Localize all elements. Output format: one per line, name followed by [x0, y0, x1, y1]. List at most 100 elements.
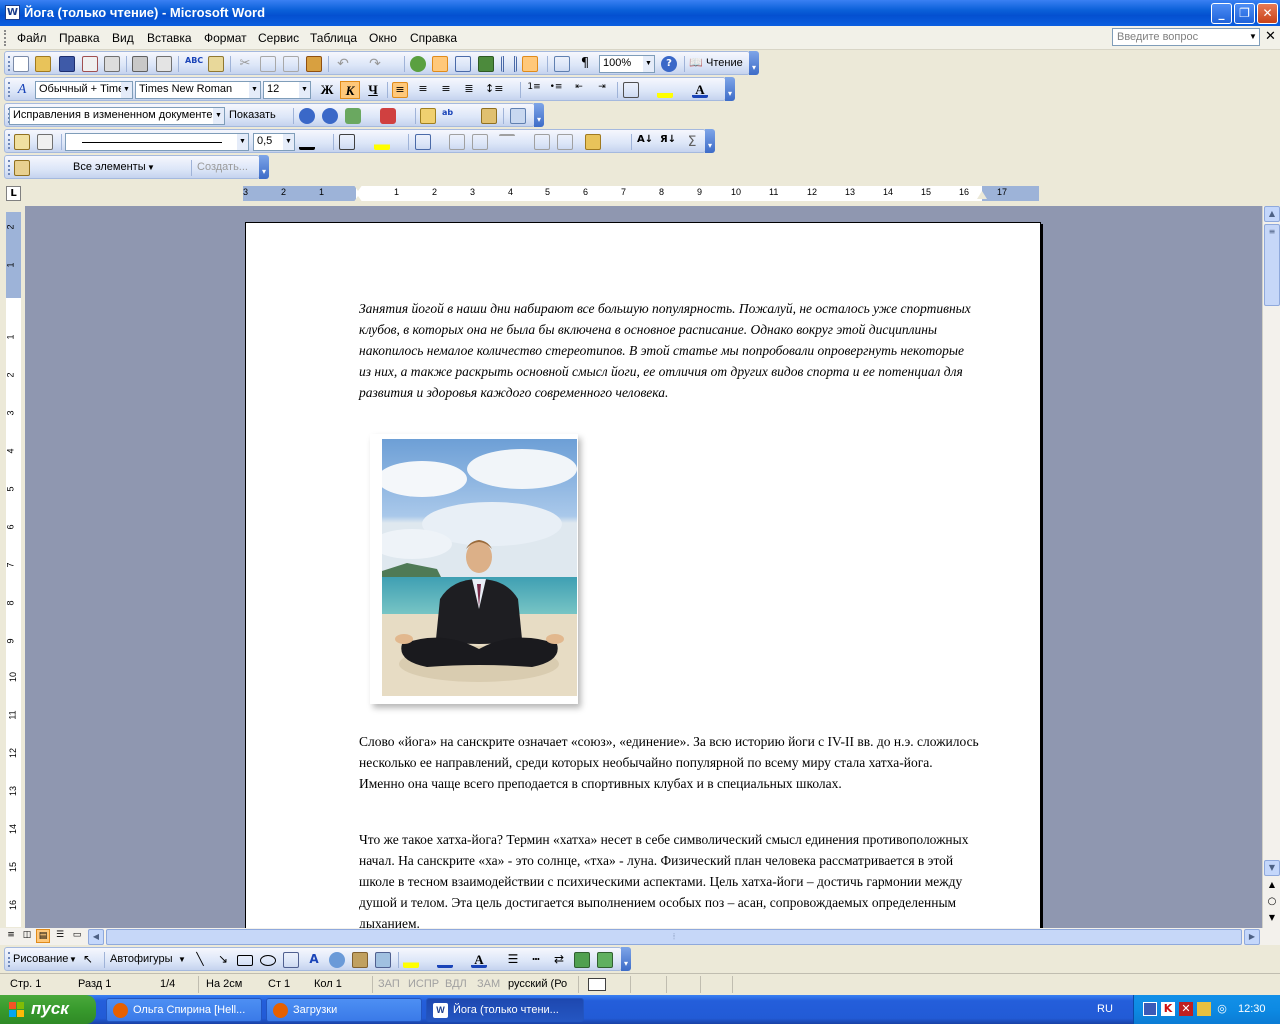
chevron-down-icon[interactable]: ▼	[213, 108, 224, 124]
language-indicator[interactable]: RU	[1097, 1003, 1113, 1015]
reading-icon[interactable]: 📖	[689, 56, 705, 72]
insert-table-tb-icon[interactable]	[415, 134, 431, 150]
next-change-icon[interactable]	[322, 108, 338, 124]
hyperlink-icon[interactable]	[410, 56, 426, 72]
chevron-down-icon[interactable]: ▼	[147, 163, 155, 172]
merge-cells-icon[interactable]	[449, 134, 465, 150]
chevron-down-icon[interactable]: ▼	[69, 955, 77, 964]
permission-icon[interactable]	[82, 56, 98, 72]
justify-icon[interactable]: ≣	[461, 82, 477, 98]
reading-button[interactable]: Чтение	[706, 57, 743, 69]
web-view-icon[interactable]: ◫	[20, 929, 34, 943]
next-page-icon[interactable]: ▼	[1264, 911, 1280, 927]
menu-window[interactable]: Окно	[369, 31, 397, 45]
shadow-style-icon[interactable]	[574, 952, 590, 968]
start-button[interactable]: пуск	[0, 995, 96, 1024]
chevron-down-icon[interactable]: ▼	[237, 134, 248, 150]
highlight-icon[interactable]	[657, 82, 673, 98]
scroll-up-button[interactable]: ▲	[1264, 206, 1280, 222]
clock[interactable]: 12:30	[1238, 1003, 1266, 1015]
toolbar-grip[interactable]	[8, 56, 11, 71]
line-spacing-icon[interactable]: ↕≡	[485, 82, 503, 98]
style-combo[interactable]: Обычный + Time ▼	[35, 81, 133, 99]
table-autoformat-icon[interactable]	[585, 134, 601, 150]
zoom-combo[interactable]: 100% ▼	[599, 55, 655, 73]
chevron-down-icon[interactable]: ▼	[249, 82, 260, 98]
create-button[interactable]: Создать...	[197, 161, 248, 173]
clip-art-icon[interactable]	[352, 952, 368, 968]
toolbar-options-icon[interactable]: ▾	[259, 155, 269, 179]
chevron-down-icon[interactable]: ▼	[283, 134, 294, 150]
select-objects-icon[interactable]: ↖	[83, 952, 99, 968]
normal-view-icon[interactable]: ≡	[4, 929, 18, 943]
insert-picture-icon[interactable]	[375, 952, 391, 968]
border-color-icon[interactable]	[299, 134, 315, 150]
toolbar-options-icon[interactable]: ▾	[705, 129, 715, 153]
toolbar-grip[interactable]	[8, 134, 11, 149]
chevron-down-icon[interactable]: ▼	[121, 82, 132, 98]
yoga-photo[interactable]	[382, 439, 577, 696]
paragraph-2[interactable]: Что же такое хатха-йога? Термин «хатха» …	[359, 829, 979, 928]
left-indent-marker[interactable]	[353, 196, 363, 203]
vertical-scrollbar[interactable]: ▲ ≡ ▼ ▲ ○ ▼	[1262, 206, 1280, 928]
toolbar-grip[interactable]	[8, 952, 11, 967]
utility-tray-icon[interactable]	[1197, 1002, 1211, 1016]
outline-view-icon[interactable]: ☰	[53, 929, 67, 943]
align-center-icon[interactable]: ≡	[415, 82, 431, 98]
spelling-status-icon[interactable]	[588, 978, 606, 991]
font-color-icon[interactable]: A	[692, 82, 708, 98]
reading-view-icon[interactable]: ▭	[70, 929, 84, 943]
print-layout-icon[interactable]: ▤	[36, 929, 50, 943]
copy-icon[interactable]	[260, 56, 276, 72]
task-word-document[interactable]: W Йога (только чтени...	[426, 998, 584, 1022]
arrow-icon[interactable]: ↘	[215, 952, 231, 968]
align-right-icon[interactable]: ≡	[438, 82, 454, 98]
menu-file[interactable]: Файл	[17, 31, 47, 45]
diagram-icon[interactable]	[329, 952, 345, 968]
tab-selector[interactable]: L	[6, 186, 21, 201]
borders-icon[interactable]	[623, 82, 639, 98]
line-color-icon[interactable]	[437, 952, 453, 968]
frames-icon[interactable]	[14, 160, 30, 176]
align-cell-icon[interactable]	[499, 134, 515, 150]
help-question-box[interactable]: Введите вопрос ▼	[1112, 28, 1260, 46]
rectangle-icon[interactable]	[237, 955, 253, 966]
toolbar-options-icon[interactable]: ▾	[621, 947, 631, 971]
network-icon[interactable]	[1143, 1002, 1157, 1016]
autoshapes-button[interactable]: Автофигуры	[110, 953, 173, 965]
scroll-down-button[interactable]: ▼	[1264, 860, 1280, 876]
all-elements-button[interactable]: Все элементы	[73, 161, 146, 173]
reviewing-pane-icon[interactable]	[510, 108, 526, 124]
text-box-icon[interactable]	[283, 952, 299, 968]
split-cells-icon[interactable]	[472, 134, 488, 150]
antivirus-icon[interactable]: K	[1161, 1002, 1175, 1016]
undo-icon[interactable]: ↶	[335, 56, 351, 72]
track-changes-icon[interactable]	[481, 108, 497, 124]
columns-icon[interactable]	[501, 56, 517, 72]
sort-ascending-icon[interactable]: A↓	[637, 134, 653, 150]
distribute-columns-icon[interactable]	[557, 134, 573, 150]
spelling-icon[interactable]: ABC	[185, 56, 203, 72]
font-size-combo[interactable]: 12 ▼	[263, 81, 311, 99]
status-overtype[interactable]: ЗАМ	[477, 978, 500, 990]
insert-table-icon[interactable]	[455, 56, 471, 72]
distribute-rows-icon[interactable]	[534, 134, 550, 150]
line-weight-combo[interactable]: 0,5 ▼	[253, 133, 295, 151]
status-language[interactable]: русский (Ро	[508, 978, 567, 990]
increase-indent-icon[interactable]: ⇥	[594, 82, 610, 98]
print-preview-icon[interactable]	[104, 56, 120, 72]
show-hide-icon[interactable]: ¶	[577, 56, 593, 72]
reject-change-icon[interactable]	[380, 108, 396, 124]
horizontal-ruler[interactable]: 3 2 1 1 2 3 4 5 6 7 8 9 10 11 12 13 14 1…	[243, 184, 1039, 203]
paragraph-1[interactable]: Слово «йога» на санскрите означает «союз…	[359, 731, 979, 794]
line-style-icon[interactable]: ☰	[505, 952, 521, 968]
previous-page-icon[interactable]: ▲	[1264, 878, 1280, 894]
toolbar-options-icon[interactable]: ▾	[749, 51, 759, 75]
help-icon[interactable]: ?	[661, 56, 677, 72]
menu-insert[interactable]: Вставка	[147, 31, 192, 45]
menu-view[interactable]: Вид	[112, 31, 134, 45]
right-indent-marker[interactable]	[977, 191, 987, 199]
align-left-icon[interactable]: ≡	[392, 82, 408, 98]
menu-edit[interactable]: Правка	[59, 31, 100, 45]
menu-format[interactable]: Формат	[204, 31, 247, 45]
